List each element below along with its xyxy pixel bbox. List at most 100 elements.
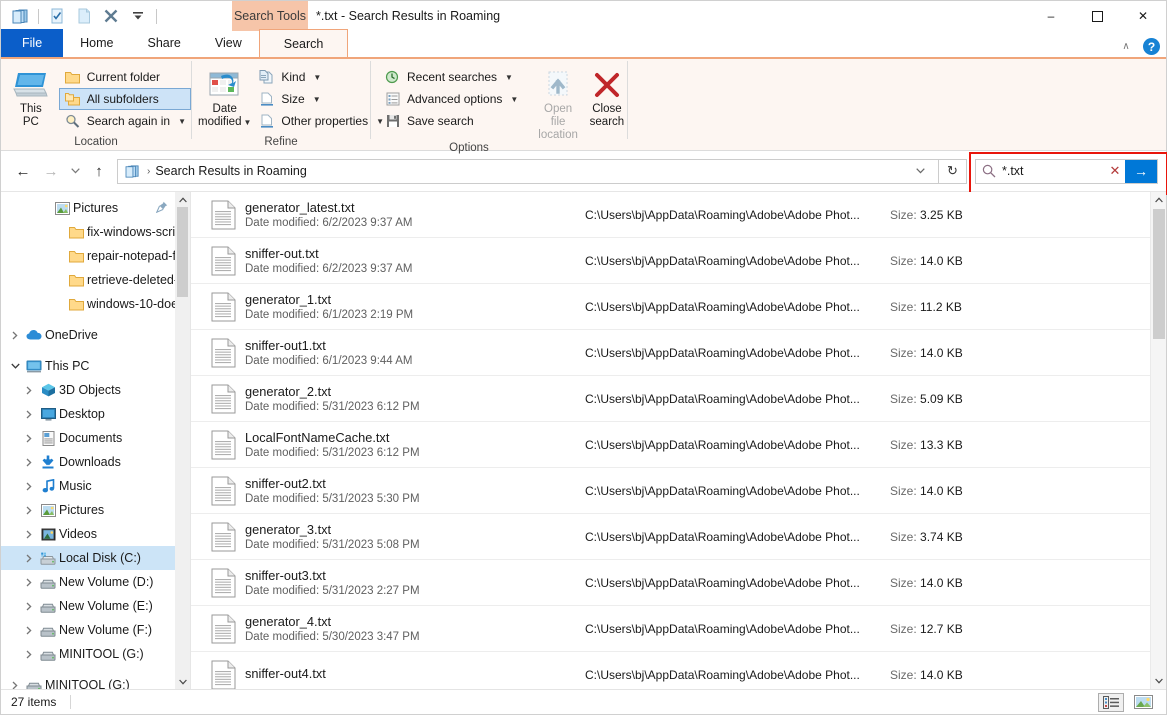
recent-locations-button[interactable] [65, 157, 85, 185]
expand-chevron-icon[interactable] [21, 506, 37, 515]
nav-scroll-up-icon[interactable] [175, 192, 190, 207]
explorer-icon[interactable] [9, 5, 31, 27]
file-row[interactable]: sniffer-out.txt Date modified: 6/2/2023 9… [191, 238, 1166, 284]
nav-item-retrieve-deleted-files[interactable]: retrieve-deleted-files- [1, 268, 190, 292]
expand-chevron-icon[interactable] [7, 363, 23, 369]
status-bar: 27 items [1, 689, 1166, 714]
expand-chevron-icon[interactable] [7, 331, 23, 340]
file-row[interactable]: sniffer-out3.txt Date modified: 5/31/2023… [191, 560, 1166, 606]
tab-share[interactable]: Share [131, 29, 198, 57]
nav-pane-scrollbar[interactable] [175, 192, 190, 689]
large-icons-view-button[interactable] [1130, 693, 1156, 712]
other-properties-button[interactable]: Other properties ▼ [253, 110, 389, 132]
delete-icon[interactable] [100, 5, 122, 27]
list-scroll-thumb[interactable] [1153, 209, 1165, 339]
nav-item-3d-objects[interactable]: 3D Objects [1, 378, 190, 402]
details-view-button[interactable] [1098, 692, 1124, 712]
tab-file[interactable]: File [1, 29, 64, 57]
save-search-button[interactable]: Save search [379, 110, 523, 132]
nav-item-new-volume-e[interactable]: New Volume (E:) [1, 594, 190, 618]
nav-item-desktop[interactable]: Desktop [1, 402, 190, 426]
date-modified-button[interactable]: Date modified ▼ [198, 64, 251, 129]
file-row[interactable]: sniffer-out4.txt C:\Users\bj\AppData\Roam… [191, 652, 1166, 689]
documents-icon [37, 430, 59, 446]
nav-item-pictures[interactable]: Pictures [1, 498, 190, 522]
pin-icon[interactable] [156, 201, 168, 213]
forward-button[interactable]: → [37, 157, 65, 185]
nav-item-downloads[interactable]: Downloads [1, 450, 190, 474]
nav-item-pictures[interactable]: Pictures [1, 196, 190, 220]
expand-chevron-icon[interactable] [21, 410, 37, 419]
customize-qat-icon[interactable] [127, 5, 149, 27]
clear-search-icon[interactable]: ✕ [1105, 163, 1125, 179]
nav-item-new-volume-f[interactable]: New Volume (F:) [1, 618, 190, 642]
nav-item-new-volume-d[interactable]: New Volume (D:) [1, 570, 190, 594]
list-scroll-up-icon[interactable] [1151, 192, 1166, 208]
file-row[interactable]: sniffer-out2.txt Date modified: 5/31/2023… [191, 468, 1166, 514]
nav-item-videos[interactable]: Videos [1, 522, 190, 546]
minimize-button[interactable]: – [1028, 1, 1074, 31]
file-row[interactable]: generator_1.txt Date modified: 6/1/2023 2… [191, 284, 1166, 330]
expand-chevron-icon[interactable] [21, 650, 37, 659]
nav-item-music[interactable]: Music [1, 474, 190, 498]
size-button[interactable]: Size ▼ [253, 88, 389, 110]
maximize-button[interactable] [1074, 1, 1120, 31]
file-row[interactable]: generator_2.txt Date modified: 5/31/2023 … [191, 376, 1166, 422]
close-search-button[interactable]: Close search [587, 64, 627, 129]
properties-icon[interactable] [46, 5, 68, 27]
list-scroll-down-icon[interactable] [1151, 673, 1166, 689]
search-box[interactable]: *.txt ✕ → [975, 158, 1158, 184]
current-folder-button[interactable]: Current folder [59, 66, 191, 88]
new-folder-icon[interactable] [73, 5, 95, 27]
address-bar[interactable]: › Search Results in Roaming [117, 158, 939, 184]
nav-item-repair-notepad-files-v[interactable]: repair-notepad-files-v [1, 244, 190, 268]
breadcrumb-separator[interactable]: › [142, 166, 155, 177]
nav-item-fix-windows-script-ho[interactable]: fix-windows-script-ho [1, 220, 190, 244]
file-list-scrollbar[interactable] [1150, 192, 1166, 689]
collapse-ribbon-button[interactable]: ∧ [1117, 41, 1135, 52]
recent-searches-button[interactable]: Recent searches ▼ [379, 66, 523, 88]
nav-item-documents[interactable]: Documents [1, 426, 190, 450]
nav-item-local-disk-c[interactable]: Local Disk (C:) [1, 546, 190, 570]
expand-chevron-icon[interactable] [21, 602, 37, 611]
expand-chevron-icon[interactable] [21, 458, 37, 467]
search-go-button[interactable]: → [1125, 159, 1157, 183]
search-again-in-button[interactable]: Search again in ▼ [59, 110, 191, 132]
refresh-button[interactable]: ↻ [939, 158, 967, 184]
nav-item-minitool-g[interactable]: MINITOOL (G:) [1, 673, 190, 689]
this-pc-button[interactable]: This PC [7, 64, 55, 129]
open-file-location-button[interactable]: Open file location [537, 64, 579, 142]
expand-chevron-icon[interactable] [21, 530, 37, 539]
nav-item-minitool-g[interactable]: MINITOOL (G:) [1, 642, 190, 666]
file-row[interactable]: generator_latest.txt Date modified: 6/2/2… [191, 192, 1166, 238]
back-button[interactable]: ← [9, 157, 37, 185]
tab-home[interactable]: Home [63, 29, 130, 57]
nav-item-this-pc[interactable]: This PC [1, 354, 190, 378]
all-subfolders-button[interactable]: All subfolders [58, 88, 191, 110]
expand-chevron-icon[interactable] [21, 482, 37, 491]
nav-item-onedrive[interactable]: OneDrive [1, 323, 190, 347]
file-row[interactable]: LocalFontNameCache.txt Date modified: 5/3… [191, 422, 1166, 468]
nav-scroll-down-icon[interactable] [175, 674, 190, 689]
expand-chevron-icon[interactable] [21, 578, 37, 587]
tab-view[interactable]: View [198, 29, 259, 57]
kind-button[interactable]: Kind ▼ [253, 66, 389, 88]
file-row[interactable]: generator_3.txt Date modified: 5/31/2023 … [191, 514, 1166, 560]
up-button[interactable]: ↑ [85, 157, 113, 185]
file-row[interactable]: sniffer-out1.txt Date modified: 6/1/2023 … [191, 330, 1166, 376]
nav-scroll-thumb[interactable] [177, 207, 188, 297]
expand-chevron-icon[interactable] [21, 434, 37, 443]
help-button[interactable]: ? [1143, 38, 1160, 55]
advanced-options-button[interactable]: Advanced options ▼ [379, 88, 523, 110]
nav-item-windows-10-doesnt-r[interactable]: windows-10-doesnt-r [1, 292, 190, 316]
expand-chevron-icon[interactable] [21, 554, 37, 563]
expand-chevron-icon[interactable] [21, 386, 37, 395]
breadcrumb[interactable]: Search Results in Roaming [155, 164, 306, 178]
expand-chevron-icon[interactable] [21, 626, 37, 635]
close-button[interactable]: ✕ [1120, 1, 1166, 31]
file-row[interactable]: generator_4.txt Date modified: 5/30/2023 … [191, 606, 1166, 652]
tab-search[interactable]: Search [258, 29, 349, 57]
search-input[interactable]: *.txt [1002, 164, 1105, 178]
expand-chevron-icon[interactable] [7, 681, 23, 690]
address-dropdown-icon[interactable] [907, 168, 934, 174]
